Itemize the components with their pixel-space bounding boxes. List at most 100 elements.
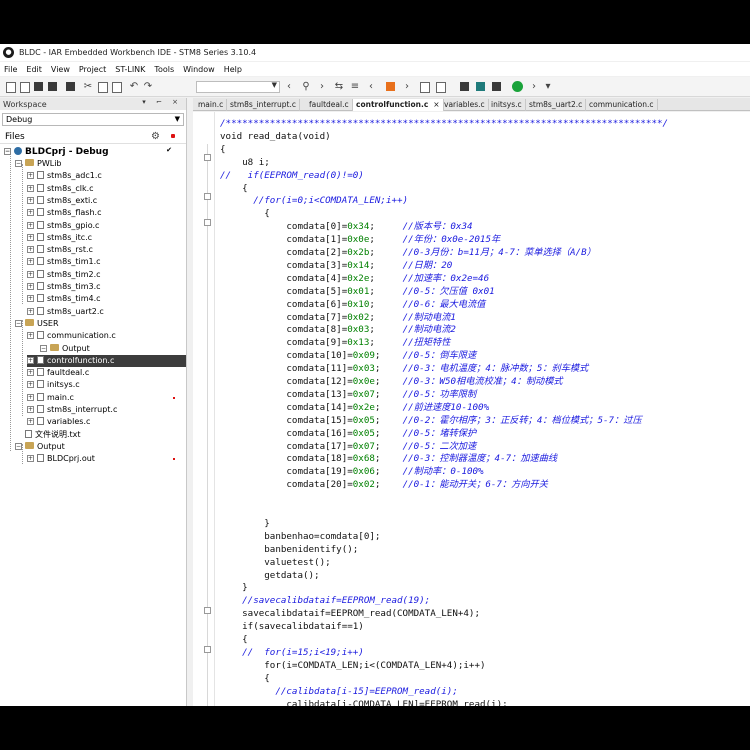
new-file-icon[interactable] [4, 80, 16, 93]
tree-file[interactable]: + stm8s_interrupt.c [27, 404, 117, 416]
fold-toggle-icon[interactable] [204, 646, 211, 653]
fold-toggle-icon[interactable] [204, 607, 211, 614]
tree-file[interactable]: + variables.c [27, 416, 90, 428]
code-line[interactable]: calibdata[i-COMDATA_LEN]=EEPROM_read(i); [220, 699, 507, 707]
code-line[interactable]: for(i=COMDATA_LEN;i<(COMDATA_LEN+4);i++) [220, 660, 485, 672]
tree-folder[interactable]: − USER [15, 318, 59, 330]
compile-icon[interactable] [418, 80, 430, 93]
tree-file[interactable]: + stm8s_gpio.c [27, 220, 99, 232]
expand-icon[interactable]: + [27, 184, 34, 192]
tree-file[interactable]: + stm8s_tim1.c [27, 256, 101, 268]
code-line[interactable]: { [220, 634, 248, 646]
print-icon[interactable] [64, 80, 76, 93]
code-line[interactable]: comdata[19]=0x06; //制动率：0-100% [220, 466, 483, 478]
code-editor[interactable]: /***************************************… [193, 112, 750, 706]
collapse-icon[interactable]: − [15, 160, 22, 167]
expand-icon[interactable]: + [27, 172, 34, 180]
make-icon[interactable] [434, 80, 446, 93]
build-icon[interactable] [384, 80, 396, 93]
code-line[interactable]: comdata[10]=0x09; //0-5：倒车限速 [220, 350, 476, 362]
collapse-icon[interactable]: − [40, 344, 47, 352]
paste-icon[interactable] [110, 80, 122, 93]
code-line[interactable]: savecalibdataif=EEPROM_read(COMDATA_LEN+… [220, 608, 480, 620]
menu-window[interactable]: Window [183, 65, 215, 74]
code-line[interactable]: comdata[15]=0x05; //0-2：霍尔相序；3：正反转；4：档位模… [220, 415, 641, 427]
tree-file[interactable]: + faultdeal.c [27, 367, 89, 379]
menu-edit[interactable]: Edit [26, 65, 42, 74]
toolbar-more-icon[interactable]: ▾ [542, 80, 554, 93]
find-combo[interactable]: ▼ [196, 81, 280, 93]
code-line[interactable]: comdata[13]=0x07; //0-5：功率限制 [220, 389, 476, 401]
code-line[interactable]: } [220, 518, 270, 530]
redo-icon[interactable]: ↷ [142, 80, 154, 93]
tree-folder[interactable]: − Output [40, 343, 90, 355]
save-all-icon[interactable] [46, 80, 58, 93]
navigate-back-icon[interactable]: ‹ [283, 80, 295, 93]
download-icon[interactable] [474, 80, 486, 93]
save-icon[interactable] [32, 80, 44, 93]
fold-toggle-icon[interactable] [204, 219, 211, 226]
code-line[interactable]: comdata[0]=0x34; //版本号：0x34 [220, 221, 472, 233]
expand-icon[interactable]: + [27, 406, 34, 413]
tab-stm8s-uart2-c[interactable]: stm8s_uart2.c [526, 99, 587, 111]
code-line[interactable]: //for(i=0;i<COMDATA_LEN;i++) [220, 195, 408, 207]
code-line[interactable]: comdata[16]=0x05; //0-5：堵转保护 [220, 428, 476, 440]
expand-icon[interactable]: + [27, 258, 34, 266]
expand-icon[interactable]: + [27, 209, 34, 217]
code-line[interactable]: /***************************************… [220, 118, 668, 130]
code-line[interactable]: void read_data(void) [220, 131, 331, 143]
panel-controls-icon[interactable]: ▾ ⌐ × [142, 98, 182, 106]
code-line[interactable]: valuetest(); [220, 557, 330, 569]
menu-file[interactable]: File [4, 65, 17, 74]
code-line[interactable]: comdata[4]=0x2e; //加速率：0x2e=46 [220, 273, 489, 285]
code-line[interactable]: // if(EEPROM_read(0)!=0) [220, 170, 364, 182]
expand-icon[interactable]: + [27, 418, 34, 426]
expand-icon[interactable]: + [27, 233, 34, 241]
project-root[interactable]: − BLDCprj - Debug [4, 146, 109, 158]
tab-variables-c[interactable]: variables.c [441, 99, 489, 111]
expand-icon[interactable]: + [27, 332, 34, 340]
code-line[interactable]: comdata[12]=0x0e; //0-3：W50相电流校准；4：制动模式 [220, 376, 562, 388]
menu-view[interactable]: View [51, 65, 70, 74]
code-line[interactable]: comdata[1]=0x0e; //年份：0x0e-2015年 [220, 234, 500, 246]
menu-tools[interactable]: Tools [154, 65, 174, 74]
code-line[interactable]: //calibdata[i-15]=EEPROM_read(i); [220, 686, 458, 698]
tree-file[interactable]: + stm8s_tim3.c [27, 281, 101, 293]
code-line[interactable]: comdata[11]=0x03; //0-3：电机温度；4：脉冲数；5：刹车模… [220, 363, 588, 375]
step-icon[interactable]: › [528, 80, 540, 93]
search-icon[interactable]: ⚲ [300, 80, 312, 93]
tree-file[interactable]: + controlfunction.c [27, 354, 186, 367]
close-icon[interactable]: × [433, 100, 439, 109]
tab-initsys-c[interactable]: initsys.c [488, 99, 526, 111]
code-line[interactable]: comdata[17]=0x07; //0-5：二次加速 [220, 441, 476, 453]
tab-faultdeal-c[interactable]: faultdeal.c [306, 99, 353, 111]
gear-icon[interactable]: ⚙ [151, 131, 160, 142]
menu-project[interactable]: Project [79, 65, 106, 74]
collapse-icon[interactable]: − [15, 319, 22, 327]
fold-toggle-icon[interactable] [204, 193, 211, 200]
tree-file[interactable]: + stm8s_flash.c [27, 207, 101, 219]
tree-file[interactable]: + stm8s_clk.c [27, 183, 94, 195]
code-line[interactable]: banbenhao=comdata[0]; [220, 531, 380, 543]
code-line[interactable]: { [220, 144, 226, 156]
tab-main-c[interactable]: main.c [195, 99, 228, 111]
undo-icon[interactable]: ↶ [128, 80, 140, 93]
expand-icon[interactable]: + [27, 270, 34, 278]
tree-file[interactable]: + stm8s_rst.c [27, 244, 93, 256]
code-line[interactable]: comdata[7]=0x02; //制动电流1 [220, 312, 456, 324]
expand-icon[interactable]: + [27, 356, 34, 364]
expand-icon[interactable]: + [27, 455, 34, 463]
code-area[interactable]: /***************************************… [220, 112, 750, 706]
open-file-icon[interactable] [18, 80, 30, 93]
expand-icon[interactable]: + [27, 393, 34, 401]
tree-file[interactable]: + stm8s_itc.c [27, 232, 92, 244]
code-line[interactable]: banbenidentify(); [220, 544, 358, 556]
toggle-bookmark-icon[interactable]: ⇆ [333, 80, 345, 93]
code-line[interactable]: { [220, 208, 270, 220]
expand-icon[interactable]: + [27, 307, 34, 315]
collapse-icon[interactable]: − [4, 148, 11, 155]
cut-icon[interactable]: ✂ [82, 80, 94, 93]
tree-file[interactable]: + stm8s_exti.c [27, 195, 97, 207]
expand-icon[interactable]: + [27, 196, 34, 204]
tree-file[interactable]: + BLDCprj.out [27, 453, 95, 465]
